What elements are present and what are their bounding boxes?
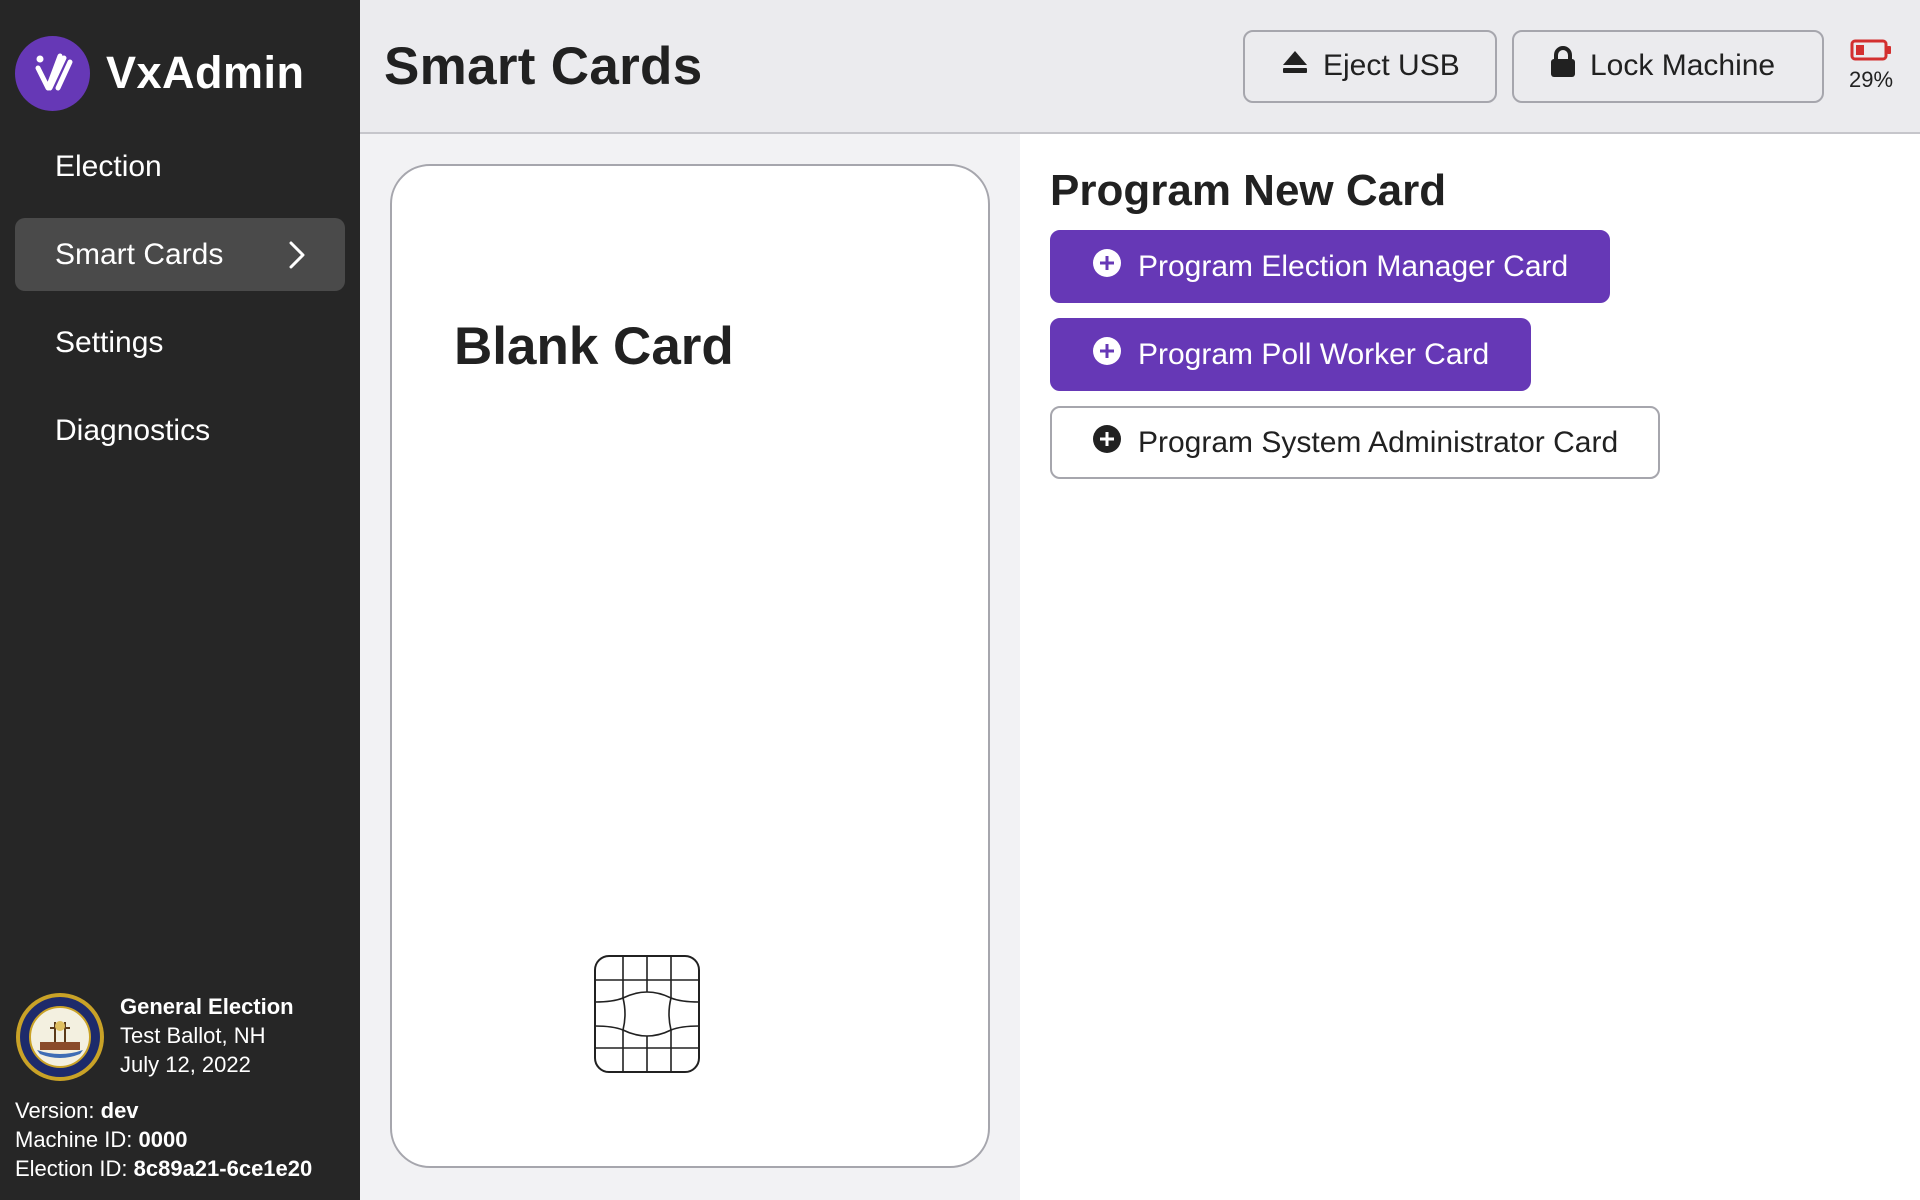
chevron-right-icon <box>287 240 307 270</box>
battery-percent: 29% <box>1848 67 1894 92</box>
sidebar-item-smart-cards[interactable]: Smart Cards <box>15 218 345 291</box>
sidebar-item-label: Settings <box>55 325 164 359</box>
election-id-value: 8c89a21-6ce1e20 <box>133 1156 313 1181</box>
machine-id-row: Machine ID: 0000 <box>15 1125 312 1154</box>
plus-circle-icon <box>1092 248 1138 286</box>
program-poll-worker-button[interactable]: Program Poll Worker Card <box>1050 318 1532 391</box>
election-title: General Election <box>120 994 294 1019</box>
state-seal-icon <box>15 992 105 1082</box>
sidebar: VxAdmin Election Smart Cards Settings Di… <box>0 0 360 1200</box>
sidebar-item-diagnostics[interactable]: Diagnostics <box>15 394 345 467</box>
sidebar-item-label: Smart Cards <box>55 237 224 271</box>
program-button-label: Program System Administrator Card <box>1138 425 1619 459</box>
machine-id-value: 0000 <box>138 1127 188 1152</box>
election-details: General Election Test Ballot, NH July 12… <box>120 992 294 1079</box>
card-status-title: Blank Card <box>454 317 734 376</box>
election-id-row: Election ID: 8c89a21-6ce1e20 <box>15 1154 312 1183</box>
smart-card-graphic: Blank Card <box>390 164 990 1168</box>
election-location: Test Ballot, NH <box>120 1023 266 1048</box>
plus-circle-icon <box>1092 336 1138 374</box>
version-label: Version: <box>15 1098 95 1123</box>
sidebar-item-label: Election <box>55 149 162 183</box>
machine-info: Version: dev Machine ID: 0000 Election I… <box>15 1096 312 1183</box>
battery-status: 29% <box>1846 39 1896 93</box>
program-system-administrator-button[interactable]: Program System Administrator Card <box>1050 406 1661 479</box>
version-value: dev <box>100 1098 139 1123</box>
content: Blank Card Program New Card Program Elec… <box>360 134 1920 1200</box>
sidebar-item-settings[interactable]: Settings <box>15 306 345 379</box>
vx-logo-icon <box>15 35 90 111</box>
lock-machine-button[interactable]: Lock Machine <box>1512 29 1824 103</box>
eject-usb-label: Eject USB <box>1323 49 1460 82</box>
program-button-label: Program Poll Worker Card <box>1138 337 1490 371</box>
sidebar-item-label: Diagnostics <box>55 413 211 447</box>
eject-usb-button[interactable]: Eject USB <box>1243 29 1497 103</box>
app-name: VxAdmin <box>106 47 305 98</box>
election-id-label: Election ID: <box>15 1156 128 1181</box>
battery-low-icon <box>1850 39 1892 67</box>
app-root: VxAdmin Election Smart Cards Settings Di… <box>0 0 1920 1200</box>
election-info: General Election Test Ballot, NH July 12… <box>15 992 294 1082</box>
program-section-title: Program New Card <box>1050 166 1447 215</box>
program-pane: Program New Card Program Election Manage… <box>1020 134 1920 1200</box>
main-area: Smart Cards Eject USB Lock Machine 29% B… <box>360 0 1920 1200</box>
header: Smart Cards Eject USB Lock Machine 29% <box>360 0 1920 134</box>
card-pane: Blank Card <box>360 134 1020 1200</box>
eject-icon <box>1281 49 1323 83</box>
page-title: Smart Cards <box>384 36 703 96</box>
lock-machine-label: Lock Machine <box>1590 49 1776 82</box>
sidebar-item-election[interactable]: Election <box>15 130 345 203</box>
plus-circle-icon <box>1092 424 1138 462</box>
machine-id-label: Machine ID: <box>15 1127 133 1152</box>
election-date: July 12, 2022 <box>120 1052 251 1077</box>
sidebar-nav: Election Smart Cards Settings Diagnostic… <box>0 130 360 467</box>
lock-icon <box>1550 46 1590 86</box>
version-row: Version: dev <box>15 1096 312 1125</box>
brand: VxAdmin <box>0 0 360 120</box>
program-election-manager-button[interactable]: Program Election Manager Card <box>1050 230 1611 303</box>
card-chip-icon <box>593 954 701 1079</box>
program-button-label: Program Election Manager Card <box>1138 249 1569 283</box>
